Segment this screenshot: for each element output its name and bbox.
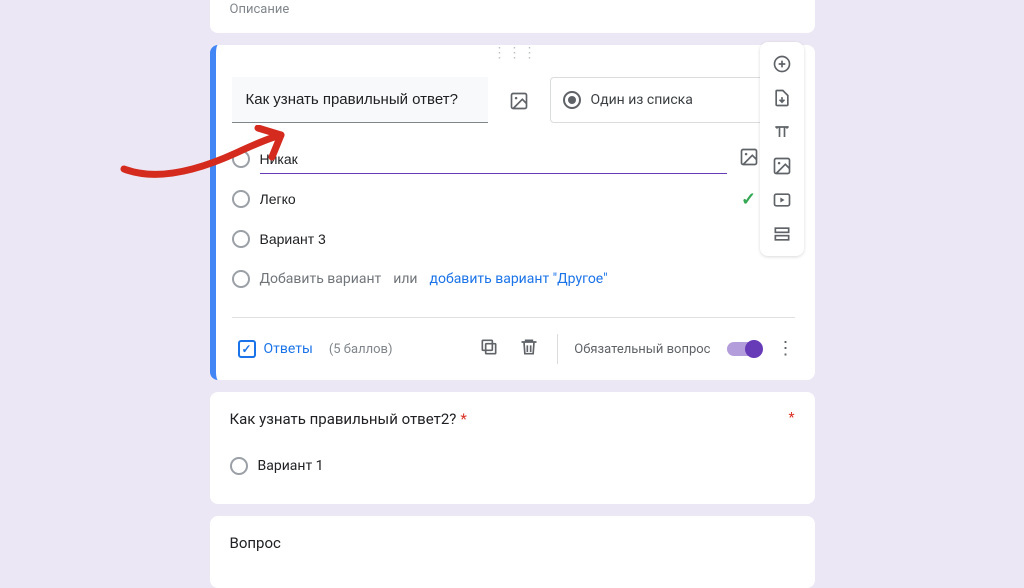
or-text: или bbox=[393, 271, 417, 287]
question-card[interactable]: Вопрос bbox=[210, 516, 815, 588]
option-input[interactable] bbox=[260, 225, 727, 254]
separator bbox=[557, 334, 558, 364]
description-card[interactable]: Описание bbox=[210, 0, 815, 33]
add-title-button[interactable] bbox=[766, 116, 798, 148]
add-other-button[interactable]: добавить вариант "Другое" bbox=[430, 271, 608, 287]
required-toggle[interactable] bbox=[727, 342, 761, 356]
option-image-button[interactable] bbox=[737, 147, 761, 171]
add-option-row: Добавить вариант или добавить вариант "Д… bbox=[232, 259, 795, 299]
section-icon bbox=[772, 224, 792, 244]
radio-icon bbox=[232, 230, 250, 248]
image-icon bbox=[509, 91, 529, 111]
option-row: ✓ ✕ bbox=[232, 179, 795, 219]
points-label: (5 баллов) bbox=[329, 342, 393, 357]
more-menu-button[interactable]: ⋮ bbox=[777, 343, 795, 355]
question-title-input[interactable] bbox=[232, 77, 488, 123]
divider bbox=[232, 317, 795, 318]
image-icon bbox=[739, 147, 759, 167]
add-question-button[interactable] bbox=[766, 48, 798, 80]
add-video-button[interactable] bbox=[766, 184, 798, 216]
radio-icon bbox=[232, 270, 250, 288]
trash-icon bbox=[519, 337, 539, 357]
question-footer: ✓ Ответы (5 баллов) Обязательный вопрос … bbox=[232, 326, 795, 372]
question-card[interactable]: Как узнать правильный ответ2?* * Вариант… bbox=[210, 392, 815, 504]
copy-icon bbox=[479, 337, 499, 357]
question-title: Как узнать правильный ответ2?* bbox=[230, 410, 795, 428]
delete-button[interactable] bbox=[517, 337, 541, 361]
answers-label: Ответы bbox=[264, 341, 313, 357]
radio-icon bbox=[232, 150, 250, 168]
question-type-label: Один из списка bbox=[591, 92, 693, 108]
import-questions-button[interactable] bbox=[766, 82, 798, 114]
answer-key-button[interactable]: ✓ Ответы bbox=[232, 336, 319, 362]
question-title: Вопрос bbox=[230, 534, 795, 552]
question-type-select[interactable]: Один из списка ▼ bbox=[550, 77, 795, 123]
checklist-icon: ✓ bbox=[238, 340, 256, 358]
option-row: ✕ bbox=[232, 139, 795, 179]
add-section-button[interactable] bbox=[766, 218, 798, 250]
description-label: Описание bbox=[230, 2, 795, 17]
option-input[interactable] bbox=[260, 145, 727, 174]
option-input[interactable] bbox=[260, 185, 727, 214]
correct-answer-icon: ✓ bbox=[737, 189, 761, 210]
video-icon bbox=[772, 190, 792, 210]
drag-handle[interactable]: ⋮⋮⋮ bbox=[216, 45, 815, 57]
add-option-button[interactable]: Добавить вариант bbox=[260, 271, 382, 287]
radio-icon bbox=[563, 91, 581, 109]
add-image-button[interactable] bbox=[766, 150, 798, 182]
option-row: Вариант 1 bbox=[230, 446, 795, 486]
text-icon bbox=[772, 122, 792, 142]
side-toolbar bbox=[760, 42, 804, 256]
required-label: Обязательный вопрос bbox=[574, 342, 710, 357]
option-text: Вариант 1 bbox=[258, 458, 324, 474]
radio-icon bbox=[230, 457, 248, 475]
radio-icon bbox=[232, 190, 250, 208]
plus-circle-icon bbox=[772, 54, 792, 74]
option-row: ✕ bbox=[232, 219, 795, 259]
question-card-active: ⋮⋮⋮ Один из списка ▼ ✕ ✓ ✕ bbox=[210, 45, 815, 380]
image-icon bbox=[772, 156, 792, 176]
required-asterisk: * bbox=[460, 410, 466, 428]
required-asterisk: * bbox=[788, 410, 794, 426]
import-icon bbox=[772, 88, 792, 108]
duplicate-button[interactable] bbox=[477, 337, 501, 361]
add-image-to-question-button[interactable] bbox=[500, 77, 538, 125]
